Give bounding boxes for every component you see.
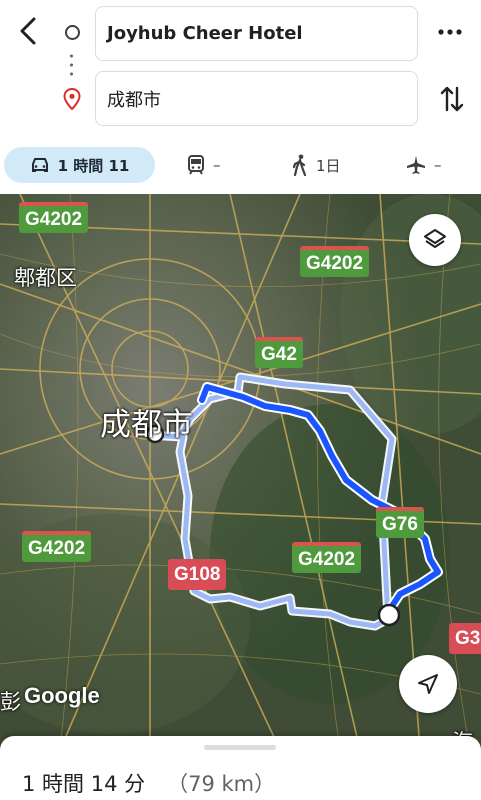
route-summary: 1 時間 14 分 （79 km） bbox=[22, 768, 275, 798]
district-label: 郫都区 bbox=[14, 266, 77, 290]
map-view[interactable]: G4202 G4202 G42 G4202 G108 G4202 G76 G3 … bbox=[0, 194, 481, 750]
city-label: 成都市 bbox=[100, 407, 193, 443]
layers-button[interactable] bbox=[409, 214, 461, 266]
layers-icon bbox=[424, 229, 446, 248]
mode-flight-label: – bbox=[434, 156, 442, 174]
origin-circle-icon bbox=[65, 25, 80, 40]
directions-header: Joyhub Cheer Hotel 成都市 bbox=[0, 0, 481, 140]
airplane-icon bbox=[407, 156, 425, 174]
swap-vertical-icon[interactable] bbox=[439, 84, 465, 114]
route-duration: 1 時間 14 分 bbox=[22, 772, 146, 796]
road-shield: G4202 bbox=[19, 202, 89, 233]
origin-field[interactable]: Joyhub Cheer Hotel bbox=[95, 6, 418, 61]
road-shield: G4202 bbox=[22, 531, 92, 562]
road-shield: G108 bbox=[168, 559, 227, 590]
train-icon bbox=[188, 155, 204, 175]
mode-flight[interactable]: – bbox=[406, 147, 442, 183]
route-distance: （79 km） bbox=[167, 772, 276, 796]
navigate-button[interactable] bbox=[399, 655, 457, 713]
mode-transit[interactable]: – bbox=[187, 147, 221, 183]
walk-icon bbox=[292, 154, 307, 176]
road-shield: G42 bbox=[255, 337, 303, 368]
road-shield: G4202 bbox=[300, 246, 370, 277]
mode-transit-label: – bbox=[213, 156, 221, 174]
car-icon bbox=[31, 158, 48, 172]
google-logo: Google bbox=[24, 683, 100, 708]
drag-handle[interactable] bbox=[204, 745, 276, 750]
more-horiz-icon[interactable] bbox=[436, 25, 464, 39]
road-shield: G4202 bbox=[292, 542, 362, 573]
place-label-partial: 彭 bbox=[0, 690, 21, 714]
mode-drive[interactable]: 1 時間 11 bbox=[4, 147, 155, 183]
chevron-left-icon[interactable] bbox=[14, 14, 44, 48]
route-summary-sheet[interactable]: 1 時間 14 分 （79 km） bbox=[0, 736, 481, 800]
mode-drive-label: 1 時間 11 bbox=[57, 156, 130, 175]
destination-field[interactable]: 成都市 bbox=[95, 71, 418, 126]
navigation-arrow-icon bbox=[418, 674, 438, 694]
mode-walk-label: 1日 bbox=[316, 156, 341, 175]
travel-mode-bar: 1 時間 11 – 1日 – bbox=[0, 140, 481, 194]
road-shield: G76 bbox=[376, 507, 424, 538]
road-shield: G3 bbox=[449, 623, 481, 654]
destination-pin-icon bbox=[63, 88, 81, 110]
route-dots-icon bbox=[70, 54, 73, 76]
mode-walk[interactable]: 1日 bbox=[292, 147, 341, 183]
